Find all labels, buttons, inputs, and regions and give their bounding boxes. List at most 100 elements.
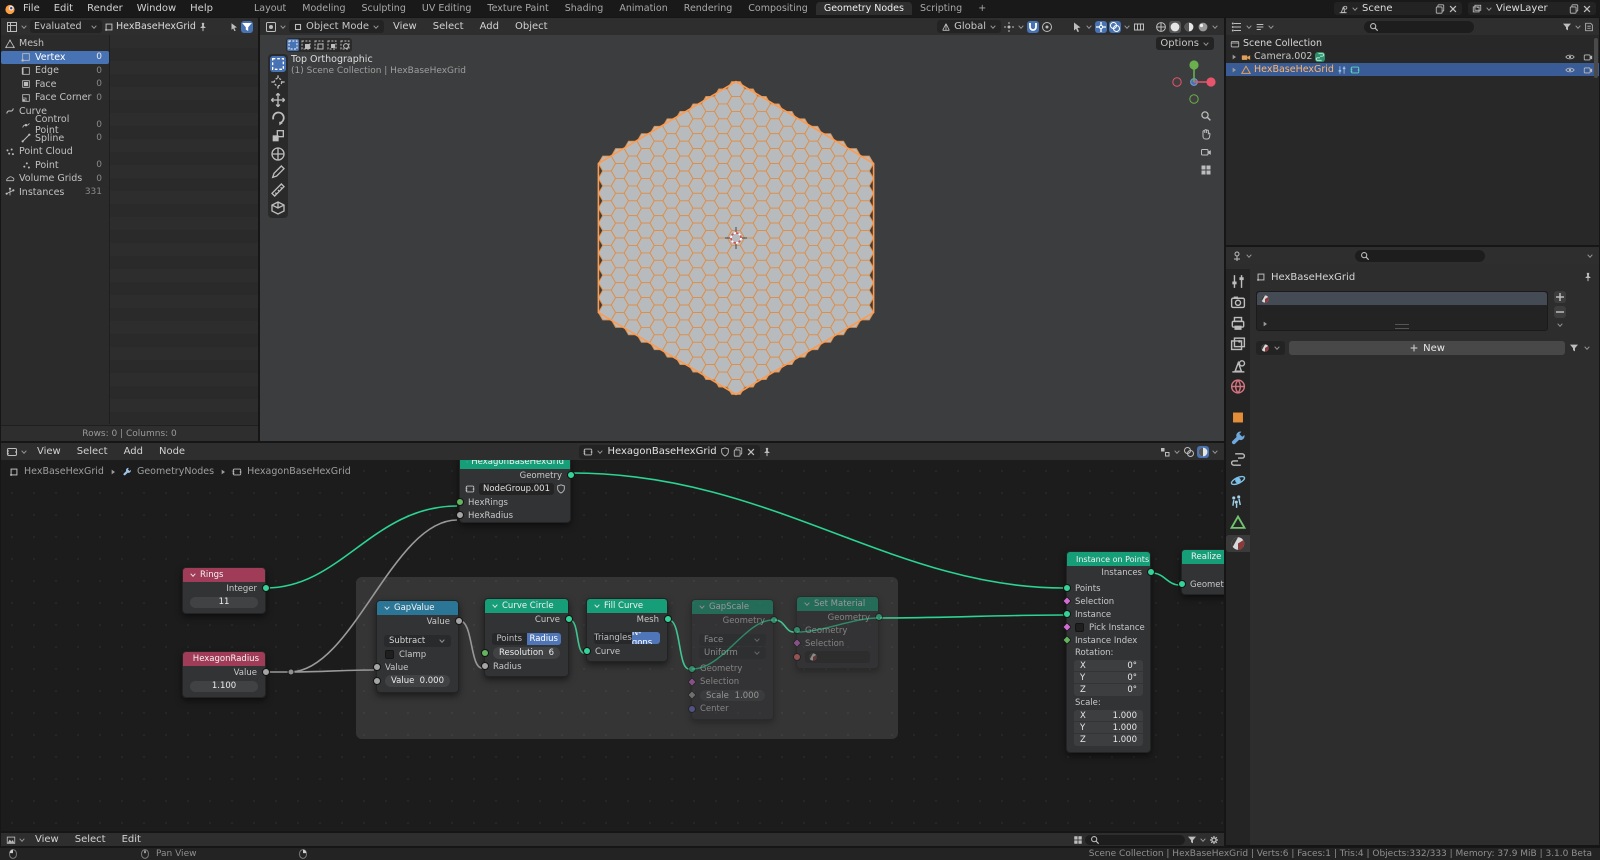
tree-row-spline[interactable]: Spline 0 (1, 132, 109, 146)
operation-dropdown[interactable]: Subtract (384, 634, 451, 647)
value-output-socket[interactable] (261, 668, 270, 676)
rotation-z-field[interactable]: Z 0° (1074, 684, 1143, 696)
editor-type-icon[interactable] (6, 21, 18, 33)
rotation-y-field[interactable]: Y 0° (1074, 672, 1143, 684)
material-input-socket[interactable] (792, 652, 801, 661)
new-tree-icon[interactable] (733, 446, 743, 457)
fake-user-icon[interactable] (556, 484, 566, 494)
mesh-output-socket[interactable] (663, 615, 672, 623)
points-input-socket[interactable] (1062, 584, 1071, 592)
tree-row-instances[interactable]: Instances 331 (1, 186, 109, 200)
value-output-socket[interactable] (454, 617, 463, 625)
node-menu-select[interactable]: Select (70, 446, 115, 457)
radius-input-socket[interactable] (480, 662, 489, 670)
tool-add-cube-icon[interactable] (270, 200, 286, 216)
value-input-socket[interactable] (372, 676, 381, 685)
unlink-scene-icon[interactable] (1448, 4, 1458, 14)
tab-material[interactable] (1226, 535, 1250, 552)
material-slot-row[interactable] (1257, 292, 1547, 305)
selection-filter-icon[interactable] (229, 22, 239, 32)
workspace-tab-shading[interactable]: Shading (557, 2, 612, 15)
row-filter-icon[interactable] (241, 20, 253, 33)
scale-y-field[interactable]: Y 1.000 (1074, 722, 1143, 734)
node-header[interactable]: Set Material (797, 597, 878, 611)
tree-row-point-cloud[interactable]: Point Cloud (1, 145, 109, 159)
pin-icon[interactable] (198, 22, 208, 32)
value-input-socket[interactable] (372, 663, 381, 671)
disable-render-icon[interactable] (1583, 65, 1593, 75)
tab-modifiers[interactable] (1226, 430, 1250, 447)
tab-world[interactable] (1226, 378, 1250, 395)
tool-cursor-icon[interactable] (270, 74, 286, 90)
filter-icon[interactable] (1569, 343, 1579, 353)
pin-icon[interactable] (762, 447, 772, 457)
node-header[interactable]: Instance on Points (1067, 552, 1150, 566)
geometry-output-socket[interactable] (874, 613, 883, 621)
workspace-tab-animation[interactable]: Animation (611, 2, 675, 15)
node-fill-curve[interactable]: Fill Curve Mesh Triangles N-gons Curve (582, 598, 672, 662)
gear-icon[interactable] (1209, 835, 1219, 845)
outliner-row-scene-collection[interactable]: Scene Collection (1226, 37, 1599, 50)
ngons-mode-button[interactable]: N-gons (631, 631, 660, 644)
pick-instance-checkbox[interactable] (1075, 623, 1084, 632)
geometry-input-socket[interactable] (1177, 580, 1186, 588)
hexrings-input-socket[interactable] (455, 498, 464, 506)
new-viewlayer-icon[interactable] (1569, 3, 1579, 14)
material-slot-list[interactable] (1256, 291, 1548, 331)
hexradius-value-field[interactable]: 1.100 (190, 680, 258, 692)
node-menu-node[interactable]: Node (152, 446, 192, 457)
add-workspace-button[interactable]: + (970, 2, 994, 15)
tab-physics[interactable] (1226, 472, 1250, 489)
hide-viewport-icon[interactable] (1565, 52, 1575, 62)
display-mode-icon[interactable] (1073, 835, 1083, 845)
new-scene-icon[interactable] (1435, 3, 1445, 14)
menu-render[interactable]: Render (80, 3, 130, 14)
workspace-tab-geometry-nodes[interactable]: Geometry Nodes (815, 2, 912, 15)
tool-transform-icon[interactable] (270, 146, 286, 162)
clamp-row[interactable]: Clamp (377, 648, 458, 661)
outliner-row-camera[interactable]: Camera.002 (1226, 50, 1599, 63)
menu-help[interactable]: Help (183, 3, 220, 14)
node-instance-on-points[interactable]: Instance on Points Instances Points Sele… (1061, 551, 1155, 753)
center-input-socket[interactable] (687, 704, 696, 713)
workspace-tab-sculpting[interactable]: Sculpting (353, 2, 413, 15)
editor-type-icon[interactable] (1231, 21, 1243, 33)
tree-row-face-corner[interactable]: Face Corner 0 (1, 91, 109, 105)
remove-slot-icon[interactable] (1554, 306, 1566, 318)
disable-render-icon[interactable] (1583, 52, 1593, 62)
new-material-button[interactable]: New (1289, 341, 1565, 355)
bottom-menu-edit[interactable]: Edit (115, 834, 148, 845)
tree-row-control-point[interactable]: Control Point 0 (1, 114, 109, 136)
node-overlays-icon[interactable] (1183, 446, 1195, 458)
node-header[interactable]: HexagonRadius (183, 652, 265, 666)
scale-mode-dropdown[interactable]: Uniform (699, 647, 766, 659)
hexagon-grid-object[interactable] (260, 18, 1226, 443)
filter-icon[interactable] (1187, 835, 1197, 845)
tool-move-icon[interactable] (270, 92, 286, 108)
workspace-tab-modeling[interactable]: Modeling (294, 2, 353, 15)
node-snap-icon[interactable] (1159, 446, 1171, 458)
tree-row-vertex[interactable]: Vertex 0 (1, 50, 109, 64)
node-header[interactable]: Realize Instances (1182, 550, 1224, 564)
workspace-tab-scripting[interactable]: Scripting (912, 2, 970, 15)
tab-constraints[interactable] (1226, 451, 1250, 468)
properties-search[interactable] (1354, 249, 1485, 262)
remove-viewlayer-icon[interactable] (1582, 4, 1592, 14)
outliner-row-hexbasehexgrid[interactable]: HexBaseHexGrid (1226, 63, 1599, 76)
library-icon[interactable] (1584, 22, 1594, 32)
points-mode-button[interactable]: Points (492, 632, 527, 645)
rotation-x-field[interactable]: X 0° (1074, 660, 1143, 672)
outliner-search[interactable] (1363, 20, 1474, 33)
resize-grip[interactable] (1395, 324, 1409, 329)
integer-output-socket[interactable] (261, 584, 270, 592)
fake-user-icon[interactable] (720, 446, 730, 457)
bottom-menu-select[interactable]: Select (68, 834, 113, 845)
tool-annotate-icon[interactable] (270, 164, 286, 180)
instances-output-socket[interactable] (1146, 568, 1155, 576)
navigation-gizmo[interactable] (1166, 54, 1222, 110)
tool-measure-icon[interactable] (270, 182, 286, 198)
hide-viewport-icon[interactable] (1565, 65, 1575, 75)
node-curve-circle[interactable]: Curve Circle Curve Points Radius Resolut… (480, 598, 573, 677)
menu-edit[interactable]: Edit (47, 3, 80, 14)
tab-scene[interactable] (1226, 357, 1250, 374)
